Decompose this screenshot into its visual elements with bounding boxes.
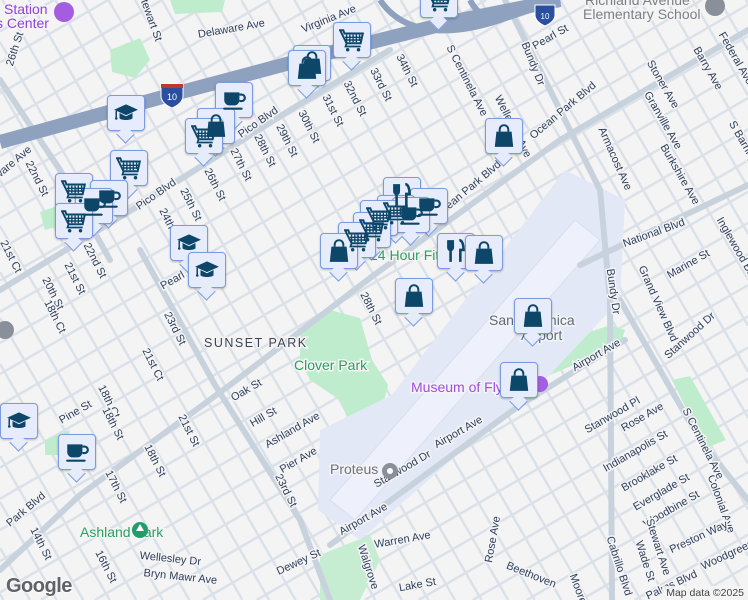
poi-station-label-2[interactable]: s Center [0, 14, 51, 33]
coffee-cup-icon [221, 87, 247, 113]
graduation-cap-icon [176, 230, 202, 256]
google-logo[interactable]: Google [6, 575, 72, 598]
neighborhood-label: SUNSET PARK [204, 336, 308, 350]
map-marker[interactable] [333, 22, 371, 58]
museum-icon[interactable] [54, 2, 74, 22]
park-area-north2 [170, 0, 225, 14]
coffee-cup-icon [398, 202, 424, 228]
street-label: 21st Ct [139, 346, 166, 383]
graduation-cap-icon [6, 408, 32, 434]
street-label: Marine St [665, 247, 712, 281]
map-marker[interactable] [107, 95, 145, 131]
street-label: 18th St [99, 405, 126, 442]
street-label: Park Blvd [4, 490, 48, 529]
map-marker[interactable] [0, 403, 38, 439]
shopping-bag-icon [326, 238, 352, 264]
map-marker[interactable] [420, 0, 458, 18]
map-canvas[interactable]: 10 10 Delaware Ave Virginia AveStewart St… [0, 0, 748, 600]
street-label: S Centinela Ave [444, 43, 490, 118]
freeway-shield-number: 10 [167, 92, 177, 102]
street-label: Beethoven [504, 560, 557, 591]
freeway-shield-number: 10 [541, 12, 550, 21]
map-marker[interactable] [188, 252, 226, 288]
map-marker[interactable] [514, 298, 552, 334]
map-attribution[interactable]: Map data ©2025 [662, 586, 748, 600]
street-label: 26th St [201, 166, 228, 203]
cart-icon [61, 208, 87, 234]
coffee-cup-icon [64, 439, 90, 465]
school-icon[interactable] [705, 0, 725, 16]
poi-clover-park-label[interactable]: Clover Park [293, 356, 370, 375]
cart-icon [116, 155, 142, 181]
street-label: 21st Ct [0, 238, 24, 275]
poi-ashland-park-label[interactable]: Ashland Park [79, 523, 166, 542]
street-label: 23rd St [272, 472, 299, 509]
map-marker[interactable] [485, 118, 523, 154]
poi-proteus-label[interactable]: Proteus [329, 460, 380, 479]
shopping-bag-icon [294, 55, 320, 81]
map-marker[interactable] [465, 235, 503, 271]
map-marker[interactable] [500, 362, 538, 398]
graduation-cap-icon [113, 100, 139, 126]
shopping-bag-icon [491, 123, 517, 149]
place-pin-dot [387, 468, 393, 474]
shopping-bag-icon [471, 240, 497, 266]
cart-icon [191, 123, 217, 149]
fork-knife-icon [443, 238, 469, 264]
graduation-cap-icon [194, 257, 220, 283]
cart-icon [339, 27, 365, 53]
shopping-bag-icon [506, 367, 532, 393]
cart-icon [426, 0, 452, 13]
street-label: Stewart St [136, 0, 165, 43]
shopping-bag-icon [401, 283, 427, 309]
poi-school-label-2[interactable]: Elementary School [582, 5, 703, 24]
shopping-bag-icon [520, 303, 546, 329]
minor-street [0, 593, 5, 600]
street-label: 18th St [141, 442, 168, 479]
map-marker[interactable] [110, 150, 148, 186]
i10-shield: 10 [160, 83, 184, 109]
street-label: Ocean Park Blvd [528, 80, 599, 142]
street-label: 31st St [320, 93, 346, 129]
map-marker[interactable] [395, 278, 433, 314]
street-label: Moore [567, 572, 589, 600]
map-marker[interactable] [58, 434, 96, 470]
street-label: Delaware Ave [197, 17, 266, 41]
street-label: Burkshire Ave [657, 142, 701, 207]
